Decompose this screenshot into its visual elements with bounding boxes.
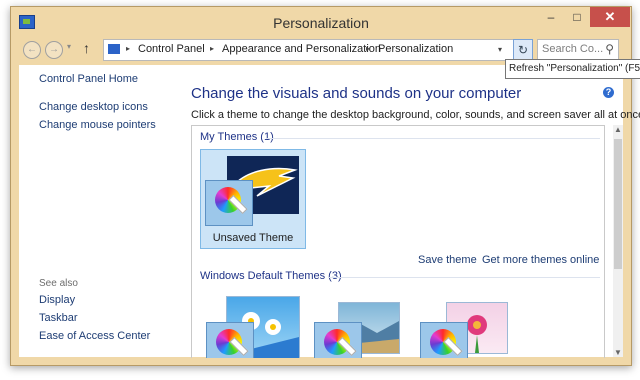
breadcrumb-separator-icon[interactable]: ▸: [366, 44, 370, 53]
scroll-down-arrow-icon[interactable]: ▼: [614, 348, 622, 357]
close-button[interactable]: ✕: [590, 7, 630, 27]
save-theme-link[interactable]: Save theme: [418, 254, 477, 266]
content-area: Control Panel Home Change desktop icons …: [19, 65, 640, 358]
see-also-label: See also: [39, 278, 78, 289]
breadcrumb-separator-icon[interactable]: ▸: [210, 44, 214, 53]
get-more-themes-link[interactable]: Get more themes online: [482, 254, 599, 266]
change-mouse-pointers-link[interactable]: Change mouse pointers: [39, 119, 156, 131]
breadcrumb-control-panel[interactable]: Control Panel: [138, 43, 205, 55]
color-palette-icon: [314, 322, 362, 358]
search-input[interactable]: Search Co...: [542, 43, 603, 55]
search-icon[interactable]: ⚲: [605, 42, 614, 56]
search-box[interactable]: Search Co... ⚲: [537, 39, 619, 61]
control-panel-icon: [108, 44, 120, 54]
back-button[interactable]: ←: [23, 41, 41, 59]
refresh-tooltip: Refresh "Personalization" (F5): [505, 59, 640, 79]
unsaved-theme-tile[interactable]: Unsaved Theme: [200, 149, 306, 249]
recent-locations-chevron-icon[interactable]: ▾: [67, 42, 71, 51]
scroll-up-arrow-icon[interactable]: ▲: [614, 125, 622, 134]
taskbar-link[interactable]: Taskbar: [39, 312, 78, 324]
scrollbar-thumb[interactable]: [614, 139, 622, 269]
default-themes-header: Windows Default Themes (3): [200, 270, 342, 282]
section-divider: [328, 277, 600, 278]
refresh-button[interactable]: ↻: [513, 39, 533, 61]
ease-of-access-link[interactable]: Ease of Access Center: [39, 330, 150, 342]
page-description: Click a theme to change the desktop back…: [191, 109, 640, 121]
up-button[interactable]: ↑: [83, 40, 90, 56]
change-desktop-icons-link[interactable]: Change desktop icons: [39, 101, 148, 113]
theme-gallery: My Themes (1) Unsaved Theme Save theme G…: [191, 125, 605, 358]
page-title: Change the visuals and sounds on your co…: [191, 85, 522, 102]
breadcrumb-appearance[interactable]: Appearance and Personalization: [222, 43, 381, 55]
breadcrumb-personalization[interactable]: Personalization: [378, 43, 453, 55]
color-palette-icon: [206, 322, 254, 358]
minimize-button[interactable]: –: [538, 7, 564, 27]
color-palette-icon: [420, 322, 468, 358]
color-palette-icon: [205, 180, 253, 226]
vertical-scrollbar[interactable]: ▲ ▼: [613, 125, 623, 357]
maximize-button[interactable]: □: [564, 7, 590, 27]
breadcrumb-separator-icon[interactable]: ▸: [126, 44, 130, 53]
address-dropdown-icon[interactable]: ▾: [498, 45, 502, 54]
title-bar[interactable]: Personalization – □ ✕: [11, 7, 631, 37]
personalization-window: Personalization – □ ✕ ← → ▾ ↑ ▸ Control …: [10, 6, 640, 366]
display-link[interactable]: Display: [39, 294, 75, 306]
address-bar[interactable]: ▸ Control Panel ▸ Appearance and Persona…: [103, 39, 525, 61]
control-panel-home-link[interactable]: Control Panel Home: [39, 73, 138, 85]
help-icon[interactable]: ?: [603, 87, 614, 98]
my-themes-header: My Themes (1): [200, 131, 274, 143]
section-divider: [266, 138, 600, 139]
left-navigation: Control Panel Home Change desktop icons …: [19, 65, 179, 357]
forward-button[interactable]: →: [45, 41, 63, 59]
unsaved-theme-label: Unsaved Theme: [212, 232, 294, 244]
